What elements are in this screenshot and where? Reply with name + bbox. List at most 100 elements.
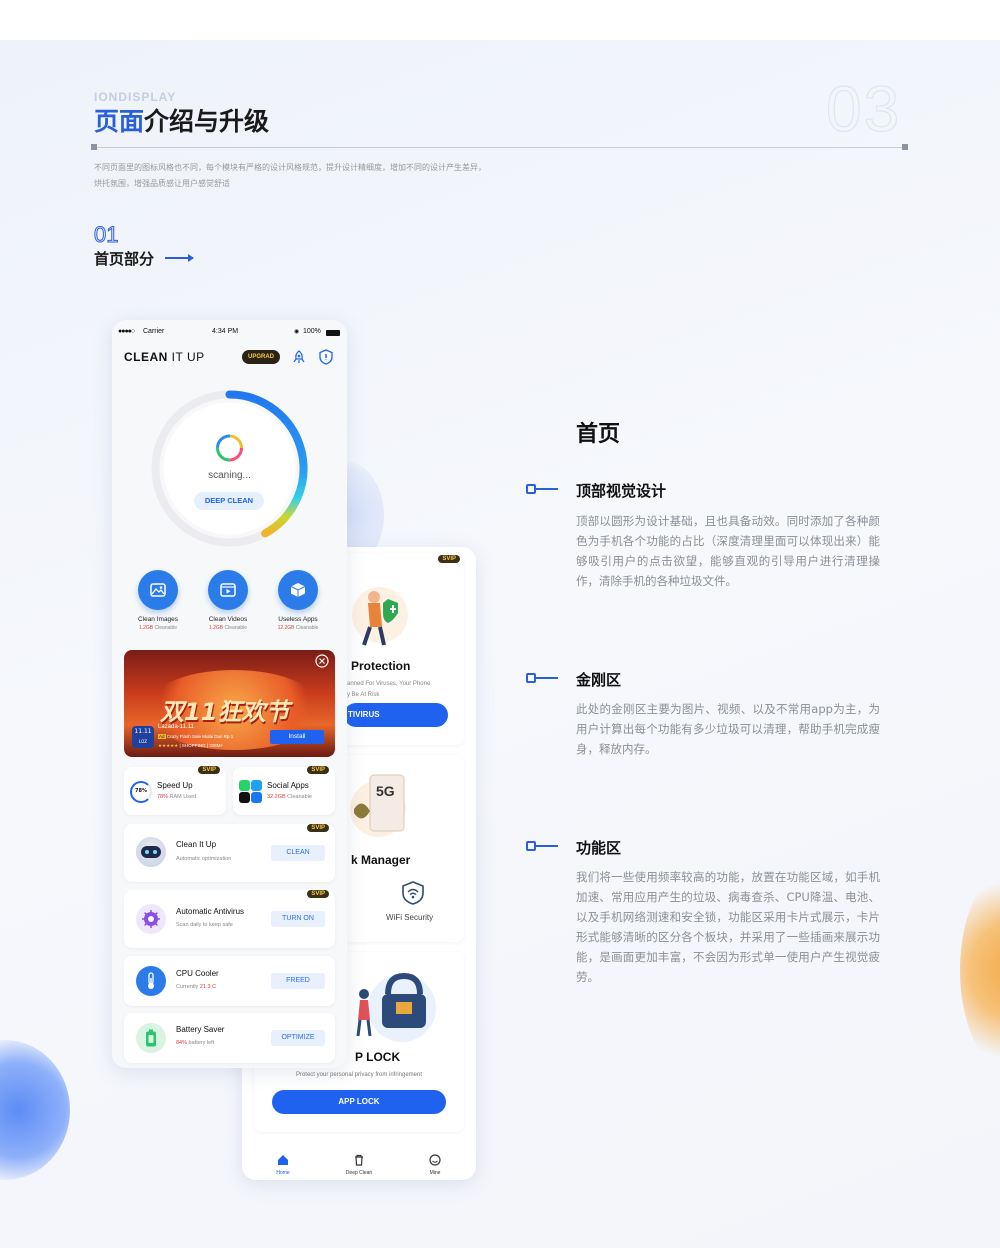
item-heading: 顶部视觉设计 bbox=[576, 482, 667, 500]
scan-status-text: scaning... bbox=[208, 470, 251, 481]
lazada-logo-label: LOZ bbox=[139, 739, 147, 744]
item-body: 顶部以圆形为设计基础，且也具备动效。同时添加了各种颜色为手机各个功能的占比（深度… bbox=[576, 514, 880, 588]
protection-subtitle: anned For Viruses, Your Phone y Be At Ri… bbox=[347, 679, 430, 701]
alarm-icon: ◉ bbox=[294, 329, 300, 335]
ad-tag: Ad bbox=[158, 734, 166, 739]
feature-clean-videos[interactable]: Clean Videos 1.2GB Cleanable bbox=[198, 570, 258, 631]
ad-rating: ★★★★★ | SHOPPING | 328M+ bbox=[158, 743, 223, 749]
ram-value: 78% bbox=[157, 794, 169, 800]
feature-size-unit: Cleanable bbox=[223, 625, 248, 631]
social-value: 32.2GB bbox=[267, 794, 286, 800]
upgrade-button[interactable]: UPGRAD bbox=[242, 350, 280, 364]
item-body: 此处的金刚区主要为图片、视频、以及不常用app为主，为用户计算出每个功能有多少垃… bbox=[576, 702, 880, 756]
wifi-security-label[interactable]: WiFi Security bbox=[386, 913, 433, 922]
video-icon bbox=[208, 570, 248, 610]
antivirus-button[interactable]: TIVIRUS bbox=[344, 703, 448, 727]
speed-up-card[interactable]: SVIP 78% Speed Up 78% RAM Used bbox=[124, 766, 226, 815]
battery-percent: 100% bbox=[303, 328, 321, 335]
bullet-marker bbox=[526, 484, 558, 494]
shield-icon[interactable] bbox=[319, 349, 333, 365]
cpu-cooler-subtitle: Currently 21.3 C bbox=[176, 984, 216, 990]
clean-it-up-title: Clean It Up bbox=[176, 840, 217, 849]
app-lock-button[interactable]: APP LOCK bbox=[272, 1090, 446, 1114]
home-icon bbox=[278, 1155, 288, 1165]
clean-it-up-card[interactable]: SVIP Clean It Up Automatic optimization … bbox=[124, 824, 335, 882]
twitter-icon bbox=[251, 780, 262, 791]
app-logo: CLEAN IT UP bbox=[124, 350, 205, 364]
phone-screen-home: ●●●●○ Carrier 4:34 PM ◉ 100% CLEAN IT UP… bbox=[112, 320, 347, 1068]
feature-size-value: 1.2GB bbox=[208, 625, 224, 631]
install-button[interactable]: Install bbox=[270, 730, 324, 744]
clean-button[interactable]: CLEAN bbox=[271, 845, 325, 861]
feature-useless-apps[interactable]: Useless Apps 12.2GB Cleanable bbox=[268, 570, 328, 631]
battery-value: 84% bbox=[176, 1040, 188, 1046]
lazada-logo: 11.11 LOZ bbox=[132, 726, 154, 748]
bottom-nav: Home Deep Clean Mine bbox=[242, 1147, 476, 1180]
feature-size: 12.2GB Cleanable bbox=[268, 625, 328, 631]
svip-badge: SVIP bbox=[307, 766, 329, 774]
signal-icon: ●●●●○ bbox=[118, 328, 135, 335]
freed-button[interactable]: FREED bbox=[271, 973, 325, 989]
app-lock-subtitle: Protect your personal privacy from infri… bbox=[295, 1072, 423, 1078]
rating-stars-icon: ★★★★★ bbox=[158, 743, 179, 748]
network-illustration bbox=[350, 774, 406, 837]
item-heading: 金刚区 bbox=[576, 671, 622, 689]
bullet-marker bbox=[526, 841, 558, 851]
ram-usage-ring: 78% bbox=[130, 781, 152, 803]
battery-saver-card[interactable]: Battery Saver 84% battery left OPTIMIZE bbox=[124, 1013, 335, 1063]
nav-home[interactable]: Home bbox=[268, 1151, 298, 1176]
right-section-title: 首页 bbox=[576, 422, 621, 447]
ad-banner[interactable]: 双11狂欢节 11.11 LOZ Lazada-11.11 Ad Crazy Fl… bbox=[124, 650, 335, 757]
protection-sub-line: y Be At Risk bbox=[347, 692, 380, 698]
smile-icon bbox=[429, 1154, 441, 1166]
feature-size-unit: Cleanable bbox=[294, 625, 319, 631]
status-bar: ●●●●○ Carrier 4:34 PM ◉ 100% bbox=[112, 328, 347, 342]
feature-size-value: 1.2GB bbox=[138, 625, 154, 631]
automatic-antivirus-card[interactable]: SVIP Automatic Antivirus Scan daily to k… bbox=[124, 890, 335, 948]
cpu-cooler-title: CPU Cooler bbox=[176, 969, 219, 978]
social-apps-title: Social Apps bbox=[267, 781, 309, 790]
social-apps-card[interactable]: SVIP Social Apps 32.2GB Cleanable bbox=[233, 766, 335, 815]
lock-illustration bbox=[356, 972, 436, 1042]
item-heading: 功能区 bbox=[576, 839, 622, 857]
app-lock-title: P LOCK bbox=[355, 1050, 401, 1064]
section-title: 首页部分 bbox=[94, 250, 155, 268]
ram-unit: RAM Used bbox=[168, 794, 197, 800]
decor-blob bbox=[0, 1040, 70, 1180]
status-time: 4:34 PM bbox=[212, 328, 239, 335]
cpu-cooler-card[interactable]: CPU Cooler Currently 21.3 C FREED bbox=[124, 956, 335, 1006]
virus-icon bbox=[136, 904, 166, 934]
page-title: 页面介绍与升级 bbox=[94, 102, 269, 138]
cpu-sub-prefix: Currently bbox=[176, 984, 200, 990]
feature-title: Useless Apps bbox=[278, 616, 318, 623]
description-line: 烘托氛围，增强品质感让用户感觉舒适 bbox=[94, 179, 230, 188]
speed-up-subtitle: 78% RAM Used bbox=[157, 794, 196, 800]
optimize-button[interactable]: OPTIMIZE bbox=[271, 1030, 325, 1046]
decor-blob bbox=[960, 860, 1000, 1080]
rocket-icon[interactable] bbox=[292, 350, 306, 364]
battery-icon bbox=[326, 330, 340, 336]
ad-brand-name: Lazada-11.11 bbox=[158, 724, 194, 730]
social-apps-subtitle: 32.2GB Cleanable bbox=[267, 794, 312, 800]
page-number: 03 bbox=[825, 72, 902, 145]
nav-deep-clean[interactable]: Deep Clean bbox=[339, 1151, 379, 1176]
gauge-ring bbox=[151, 390, 308, 547]
feature-clean-images[interactable]: Clean Images 1.2GB Cleanable bbox=[128, 570, 188, 631]
protection-sub-line: anned For Viruses, Your Phone bbox=[347, 681, 431, 687]
description-line: 不同页面里的图标风格也不同，每个模块有严格的设计风格规范，提升设计精细度，增加不… bbox=[94, 163, 486, 172]
item-body: 我们将一些使用频率较高的功能，放置在功能区域，如手机加速、常用应用产生的垃圾、病… bbox=[576, 870, 880, 984]
close-icon[interactable] bbox=[315, 654, 329, 668]
arrow-right-icon bbox=[165, 254, 194, 261]
deep-clean-button[interactable]: DEEP CLEAN bbox=[194, 492, 264, 510]
feature-title: Clean Videos bbox=[208, 616, 248, 623]
scan-gauge: scaning... DEEP CLEAN bbox=[147, 386, 312, 551]
nav-mine[interactable]: Mine bbox=[420, 1151, 450, 1176]
wifi-shield-icon bbox=[402, 881, 424, 905]
protection-title: Protection bbox=[351, 659, 411, 673]
network-manager-title: k Manager bbox=[351, 853, 411, 867]
antivirus-title: Automatic Antivirus bbox=[176, 907, 245, 916]
turn-on-button[interactable]: TURN ON bbox=[271, 911, 325, 927]
carrier-label: Carrier bbox=[143, 328, 165, 335]
image-icon bbox=[138, 570, 178, 610]
svip-badge: SVIP bbox=[307, 890, 329, 898]
